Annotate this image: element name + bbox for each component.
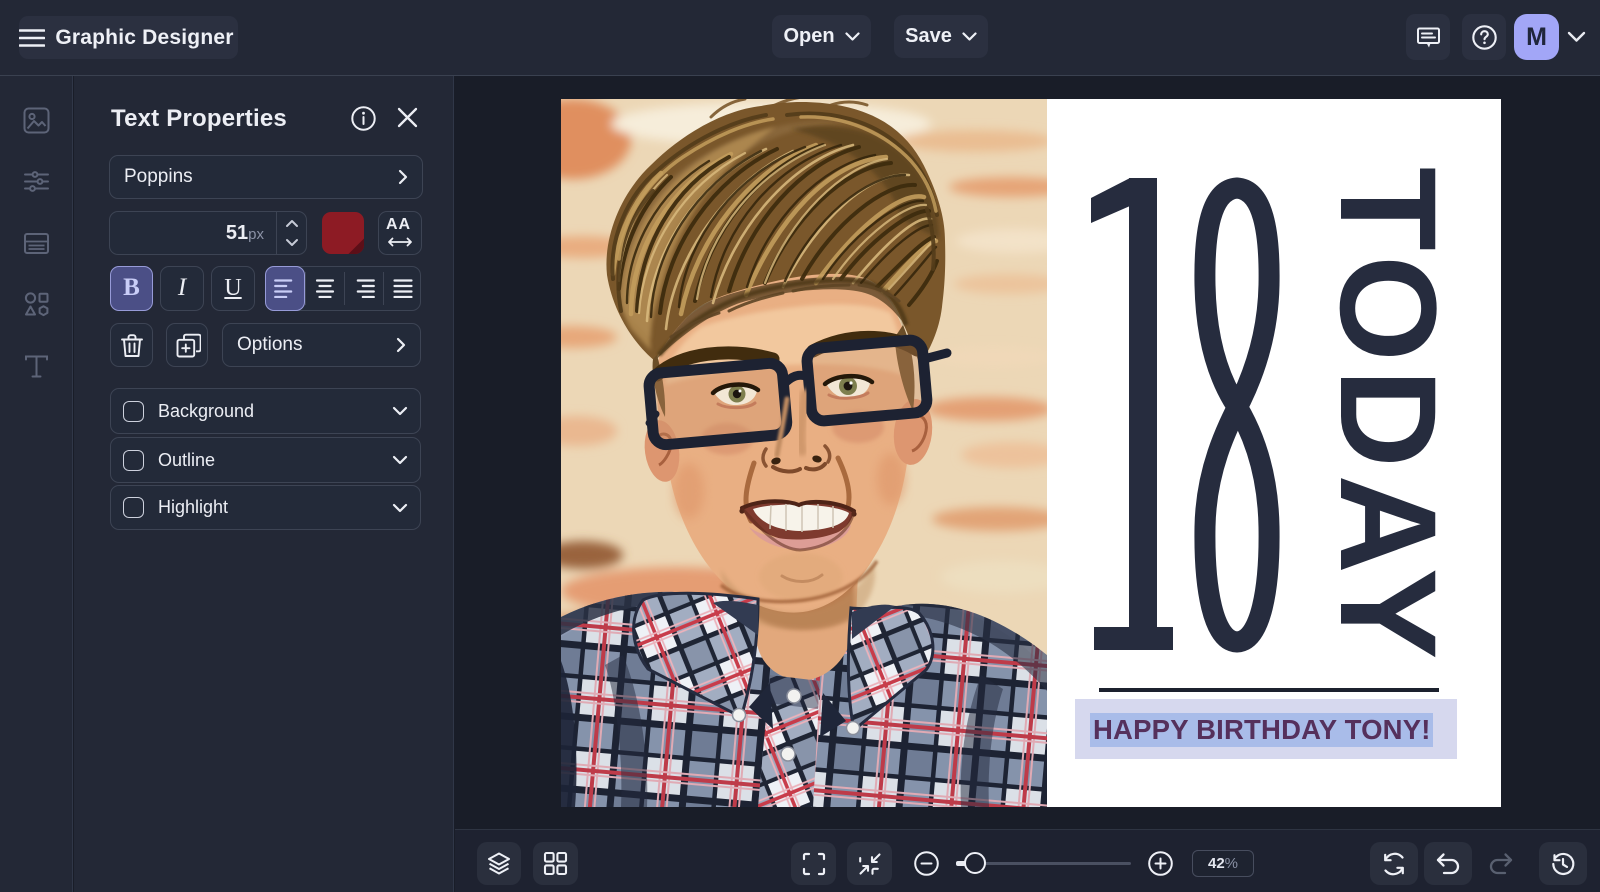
svg-text:HAPPY BIRTHDAY TONY!: HAPPY BIRTHDAY TONY!: [1093, 714, 1431, 745]
svg-text:TODAY: TODAY: [1311, 167, 1464, 666]
